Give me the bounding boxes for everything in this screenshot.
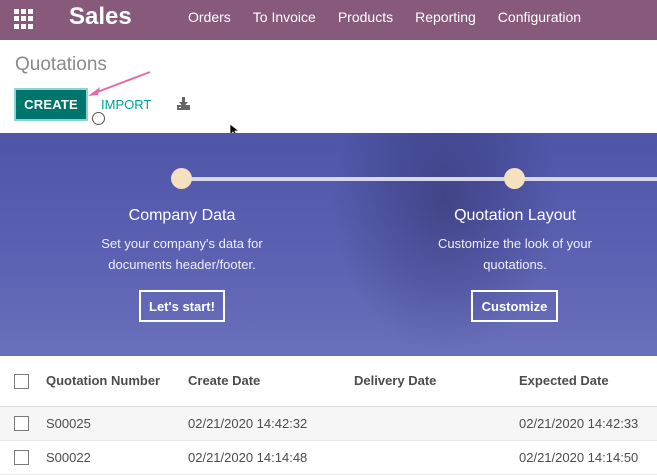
column-header-delivery-date[interactable]: Delivery Date — [354, 373, 436, 388]
menu-item-configuration[interactable]: Configuration — [498, 9, 581, 25]
step-description: Set your company's data for documents he… — [82, 233, 282, 275]
step-dot-company-data — [171, 168, 192, 189]
lets-start-button[interactable]: Let's start! — [139, 290, 225, 322]
step-quotation-layout: Quotation Layout Customize the look of y… — [415, 207, 615, 275]
column-header-create-date[interactable]: Create Date — [188, 373, 260, 388]
table-row[interactable]: S00025 02/21/2020 14:42:32 02/21/2020 14… — [0, 407, 657, 441]
app-title: Sales — [69, 3, 132, 30]
step-title: Quotation Layout — [454, 207, 576, 224]
cell-quotation-number: S00022 — [46, 450, 91, 465]
cell-expected-date: 02/21/2020 14:42:33 — [519, 416, 639, 431]
cell-create-date: 02/21/2020 14:14:48 — [188, 450, 308, 465]
select-all-checkbox[interactable] — [14, 374, 29, 389]
step-description-line: Set your company's data for — [101, 236, 263, 251]
menu-item-reporting[interactable]: Reporting — [415, 9, 476, 25]
step-company-data: Company Data Set your company's data for… — [82, 207, 282, 275]
table-row[interactable]: S00022 02/21/2020 14:14:48 02/21/2020 14… — [0, 441, 657, 475]
top-navbar: Sales Orders To Invoice Products Reporti… — [0, 0, 657, 40]
step-title: Company Data — [128, 207, 236, 224]
create-button[interactable]: CREATE — [14, 88, 88, 121]
menu-item-to-invoice[interactable]: To Invoice — [253, 9, 316, 25]
quotations-table: Quotation Number Create Date Delivery Da… — [0, 356, 657, 475]
step-description: Customize the look of your quotations. — [415, 233, 615, 275]
customize-button[interactable]: Customize — [471, 290, 558, 322]
cell-create-date: 02/21/2020 14:42:32 — [188, 416, 308, 431]
main-menu: Orders To Invoice Products Reporting Con… — [188, 9, 603, 25]
row-checkbox[interactable] — [14, 416, 29, 431]
click-indicator-icon — [92, 112, 105, 125]
column-header-expected-date[interactable]: Expected Date — [519, 373, 609, 388]
step-description-line: documents header/footer. — [108, 257, 256, 272]
download-icon[interactable] — [176, 96, 191, 111]
onboarding-banner: Company Data Set your company's data for… — [0, 133, 657, 356]
step-description-line: quotations. — [483, 257, 547, 272]
onboarding-progress-line — [181, 177, 657, 181]
annotation-arrow-icon — [88, 71, 151, 96]
menu-item-orders[interactable]: Orders — [188, 9, 231, 25]
step-dot-quotation-layout — [504, 168, 525, 189]
column-header-quotation-number[interactable]: Quotation Number — [46, 373, 160, 388]
menu-item-products[interactable]: Products — [338, 9, 393, 25]
import-button[interactable]: IMPORT — [101, 97, 151, 112]
row-checkbox[interactable] — [14, 450, 29, 465]
cell-expected-date: 02/21/2020 14:14:50 — [519, 450, 639, 465]
table-header: Quotation Number Create Date Delivery Da… — [0, 356, 657, 407]
step-description-line: Customize the look of your — [438, 236, 592, 251]
cell-quotation-number: S00025 — [46, 416, 91, 431]
apps-menu-icon[interactable] — [14, 9, 34, 29]
